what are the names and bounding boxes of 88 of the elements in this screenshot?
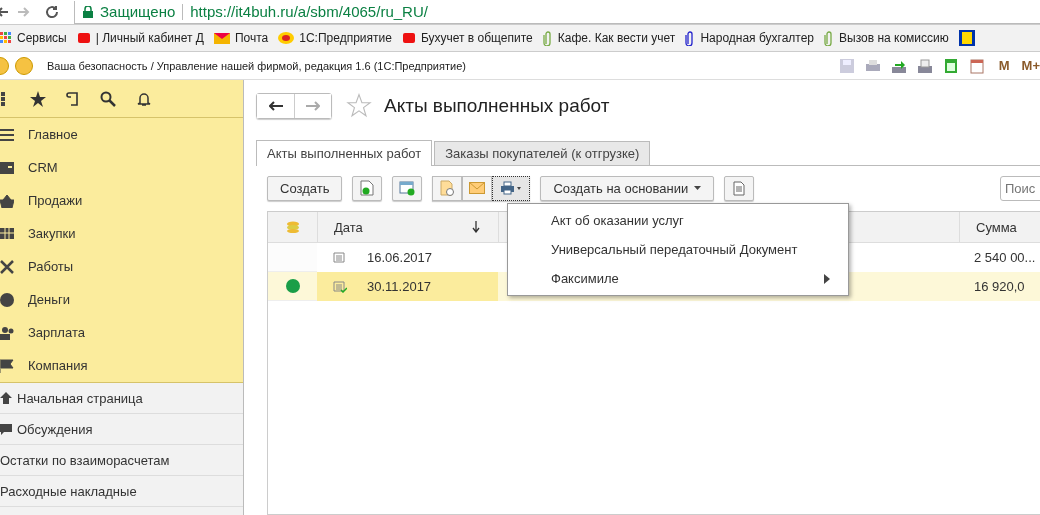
scanner-icon[interactable] — [916, 57, 933, 74]
menu-item[interactable]: Акт об оказании услуг — [508, 206, 848, 235]
back-button[interactable] — [257, 94, 294, 118]
search-field[interactable]: Поис — [1000, 175, 1040, 201]
paperclip-icon — [542, 30, 553, 46]
tab[interactable]: Заказы покупателей (к отгрузке) — [434, 141, 651, 165]
help-icon — [958, 30, 975, 46]
document-icon — [733, 180, 746, 196]
calendar-icon[interactable] — [968, 57, 985, 74]
column-header[interactable]: Дата — [317, 212, 498, 242]
section-icon — [0, 358, 14, 373]
bookmark[interactable]: | Личный кабинет Д — [76, 31, 204, 45]
search-icon[interactable] — [100, 90, 116, 107]
reload-icon[interactable] — [44, 4, 60, 20]
section-icon — [0, 193, 14, 208]
column-header[interactable]: Сумма — [960, 212, 1040, 242]
section-item[interactable]: Главное — [0, 118, 243, 151]
menu-item[interactable]: Универсальный передаточный Документ — [508, 235, 848, 264]
arrow-icon — [268, 101, 283, 111]
section-item[interactable]: Деньги — [0, 283, 243, 316]
section-item[interactable]: Продажи — [0, 184, 243, 217]
tab[interactable]: Акты выполненных работ — [256, 140, 433, 166]
based-on-button[interactable]: Создать на основании — [540, 175, 715, 201]
section-item[interactable]: Закупки — [0, 217, 243, 250]
section-icon — [0, 292, 14, 307]
sidebar-link[interactable]: Начальная страница — [0, 383, 243, 414]
bookmark-icon — [76, 32, 91, 44]
bell-icon[interactable] — [136, 90, 152, 107]
printer-icon — [500, 181, 523, 195]
section-item[interactable]: Работы — [0, 250, 243, 283]
star-icon[interactable] — [346, 93, 372, 119]
add-form-icon — [399, 180, 416, 196]
table-cell[interactable]: 16 920,0 — [958, 272, 1040, 301]
sidebar-link[interactable]: Расходные накладные — [0, 476, 243, 507]
coins-icon — [285, 221, 300, 233]
sidebar-link[interactable]: Обсуждения — [0, 414, 243, 445]
section-icon — [0, 226, 14, 241]
apps-icon — [0, 32, 12, 44]
report-button[interactable] — [724, 175, 755, 201]
section-item[interactable]: Компания — [0, 349, 243, 383]
add-button[interactable] — [392, 175, 423, 201]
mail-icon — [213, 32, 230, 44]
caret-icon — [694, 186, 702, 190]
calculator-icon[interactable] — [942, 57, 959, 74]
table-cell[interactable]: 2 540 00... — [958, 243, 1040, 272]
bookmark[interactable]: Сервисы — [0, 31, 67, 45]
home-icon — [0, 392, 12, 404]
sidebar-link[interactable]: Остатки по взаиморасчетам — [0, 445, 243, 476]
memory-button[interactable]: M — [998, 58, 1010, 73]
forward-icon[interactable] — [18, 6, 30, 18]
bookmark[interactable]: Бухучет в общепите — [401, 31, 533, 45]
copy-button[interactable] — [352, 175, 383, 201]
section-item[interactable]: CRM — [0, 151, 243, 184]
paperclip-icon — [824, 30, 835, 46]
bookmark[interactable]: Почта — [213, 31, 269, 45]
bookmark[interactable]: 1С:Предприятие — [278, 31, 392, 45]
print-icon[interactable] — [864, 57, 881, 74]
history-icon[interactable] — [66, 90, 80, 107]
table-cell: 30.11.2017 — [367, 279, 432, 294]
star-icon[interactable] — [30, 90, 46, 107]
address-field[interactable]: Защищено https://it4buh.ru/a/sbm/4065/ru_RU/ — [74, 0, 1040, 24]
print-button[interactable] — [492, 175, 531, 201]
create-button[interactable]: Создать — [267, 175, 343, 201]
table-cell: 16.06.2017 — [367, 250, 433, 265]
window-title: Ваша безопасность / Управление нашей фирмой, редакция 1.6 (1С:Предприятие) — [47, 59, 466, 72]
section-item[interactable]: Зарплата — [0, 316, 243, 349]
bookmark[interactable]: Кафе. Как вести учет — [542, 30, 676, 46]
bookmark[interactable]: Народная бухгалтер — [685, 30, 815, 46]
history-button[interactable] — [432, 175, 463, 201]
section-icon — [0, 325, 14, 340]
lock-icon — [83, 5, 93, 18]
sort-icon — [472, 221, 480, 233]
bookmark[interactable]: Вызов на комиссию — [824, 30, 949, 46]
bookmark[interactable] — [958, 30, 975, 46]
envelope-icon — [469, 182, 486, 194]
status-dot — [285, 279, 300, 293]
page-title: Акты выполненных работ — [384, 95, 610, 117]
logo-icon — [278, 32, 295, 44]
memory-button[interactable]: M+ — [1021, 58, 1040, 73]
bookmark-icon — [401, 32, 416, 44]
arrow-icon — [306, 101, 320, 111]
document-clock-icon — [439, 180, 456, 196]
chat-icon — [0, 423, 12, 435]
section-icon — [0, 259, 14, 274]
paperclip-icon — [685, 30, 696, 46]
menu-item[interactable]: Факсимиле — [508, 264, 848, 293]
add-document-icon — [360, 180, 375, 196]
section-icon — [0, 160, 14, 175]
